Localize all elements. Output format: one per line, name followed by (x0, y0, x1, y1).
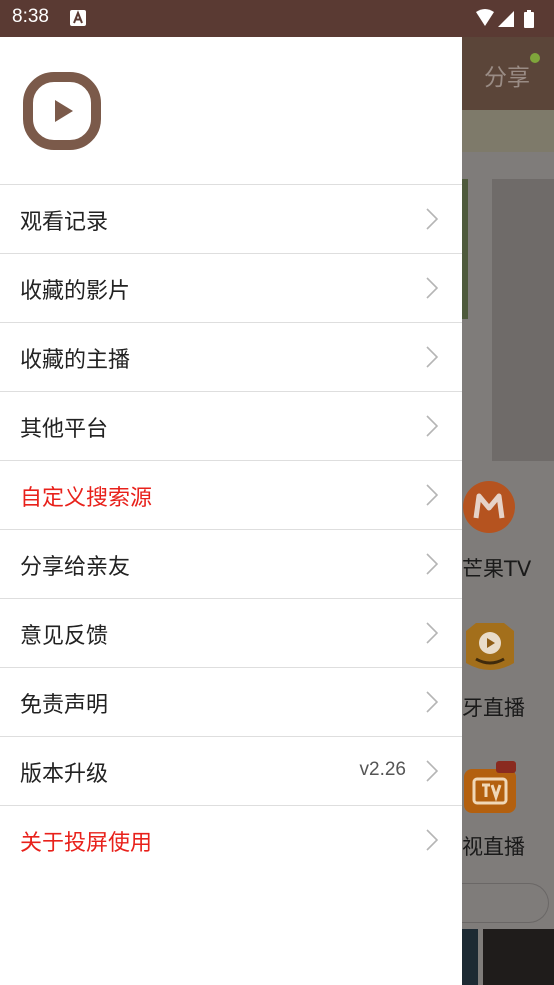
notification-dot (530, 53, 540, 63)
chevron-right-icon (426, 415, 438, 437)
menu-item-feedback[interactable]: 意见反馈 (0, 598, 462, 667)
signal-battery-icon (476, 9, 534, 28)
menu-item-label: 关于投屏使用 (20, 831, 153, 856)
chevron-right-icon (426, 208, 438, 230)
huya-live-label: 牙直播 (462, 696, 525, 720)
menu-item-label: 意见反馈 (20, 624, 109, 649)
share-button[interactable]: 分享 (484, 58, 530, 92)
menu-item-label: 自定义搜索源 (20, 486, 153, 511)
menu-item-label: 观看记录 (20, 210, 109, 235)
background-thumbnail[interactable] (483, 929, 554, 985)
chevron-right-icon (426, 346, 438, 368)
drawer-menu: 观看记录收藏的影片收藏的主播其他平台自定义搜索源 分享给亲友意见反馈免责声明版本升… (0, 184, 462, 874)
app-logo-play-icon (23, 72, 101, 150)
tv-live-label: 视直播 (462, 835, 525, 859)
tv-live-icon[interactable] (462, 759, 518, 815)
mango-tv-label: 芒果TV (462, 557, 532, 581)
menu-item-label: 分享给亲友 (20, 555, 131, 580)
chevron-right-icon (426, 277, 438, 299)
menu-item-version-upgrade[interactable]: 版本升级 v2.26 (0, 736, 462, 805)
menu-item-share-with-friends[interactable]: 分享给亲友 (0, 529, 462, 598)
background-panel (492, 179, 554, 461)
chevron-right-icon (426, 829, 438, 851)
huya-live-icon[interactable] (462, 619, 518, 675)
chevron-right-icon (426, 691, 438, 713)
version-value: v2.26 (359, 759, 406, 780)
menu-item-custom-search-source[interactable]: 自定义搜索源 (0, 460, 462, 529)
status-time: 8:38 (12, 6, 49, 27)
menu-item-about-casting[interactable]: 关于投屏使用 (0, 805, 462, 874)
chevron-right-icon (426, 622, 438, 644)
menu-item-favorite-streamers[interactable]: 收藏的主播 (0, 322, 462, 391)
chevron-right-icon (426, 553, 438, 575)
background-thumbnail[interactable] (462, 929, 478, 985)
menu-item-label: 版本升级 (20, 762, 109, 787)
background-photo (462, 179, 468, 319)
notification-a-icon (70, 10, 86, 26)
mango-tv-icon[interactable] (462, 480, 516, 534)
navigation-drawer: 观看记录收藏的影片收藏的主播其他平台自定义搜索源 分享给亲友意见反馈免责声明版本升… (0, 37, 462, 985)
background-banner (462, 110, 554, 152)
menu-item-disclaimer[interactable]: 免责声明 (0, 667, 462, 736)
menu-item-favorite-movies[interactable]: 收藏的影片 (0, 253, 462, 322)
chevron-right-icon (426, 484, 438, 506)
chevron-right-icon (426, 760, 438, 782)
menu-item-other-platforms[interactable]: 其他平台 (0, 391, 462, 460)
menu-item-label: 收藏的影片 (20, 279, 131, 304)
menu-item-label: 其他平台 (20, 417, 109, 442)
status-bar: 8:38 (0, 0, 554, 37)
background-search-bar[interactable] (462, 883, 549, 923)
menu-item-watch-history[interactable]: 观看记录 (0, 184, 462, 253)
menu-item-label: 免责声明 (20, 693, 109, 718)
menu-item-label: 收藏的主播 (20, 348, 131, 373)
